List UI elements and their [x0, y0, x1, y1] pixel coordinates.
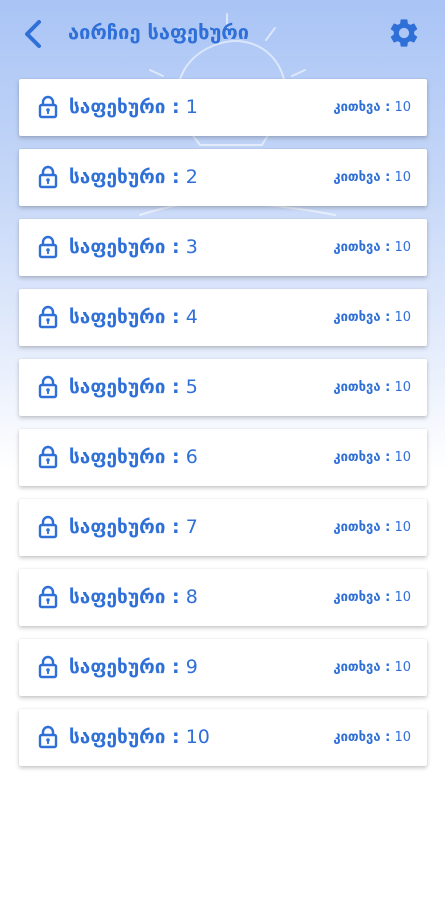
level-title: საფეხური : 5: [69, 376, 198, 398]
level-label: საფეხური :: [69, 516, 180, 538]
level-title: საფეხური : 8: [69, 586, 198, 608]
lock-icon: [38, 725, 58, 749]
lock-icon: [38, 165, 58, 189]
lock-icon: [38, 375, 58, 399]
level-number: 7: [185, 516, 198, 538]
level-label: საფეხური :: [69, 656, 180, 678]
question-count: კითხვა : 10: [333, 310, 411, 325]
level-number: 10: [185, 726, 210, 748]
level-card-2[interactable]: საფეხური : 2 კითხვა : 10: [19, 149, 427, 206]
question-number: 10: [394, 730, 411, 745]
question-number: 10: [394, 590, 411, 605]
level-card-8[interactable]: საფეხური : 8 კითხვა : 10: [19, 569, 427, 626]
level-number: 1: [185, 96, 198, 118]
question-label: კითხვა :: [333, 100, 391, 115]
level-label: საფეხური :: [69, 726, 180, 748]
question-count: კითხვა : 10: [333, 590, 411, 605]
question-count: კითხვა : 10: [333, 380, 411, 395]
level-number: 3: [185, 236, 198, 258]
question-label: კითხვა :: [333, 310, 391, 325]
level-title: საფეხური : 2: [69, 166, 198, 188]
gear-icon: [390, 19, 418, 47]
level-title: საფეხური : 1: [69, 96, 198, 118]
level-number: 5: [185, 376, 198, 398]
level-title: საფეხური : 10: [69, 726, 210, 748]
level-label: საფეხური :: [69, 236, 180, 258]
level-card-5[interactable]: საფეხური : 5 კითხვა : 10: [19, 359, 427, 416]
question-number: 10: [394, 310, 411, 325]
level-card-9[interactable]: საფეხური : 9 კითხვა : 10: [19, 639, 427, 696]
back-button[interactable]: [16, 14, 50, 54]
level-card-4[interactable]: საფეხური : 4 კითხვა : 10: [19, 289, 427, 346]
level-label: საფეხური :: [69, 446, 180, 468]
question-label: კითხვა :: [333, 590, 391, 605]
question-number: 10: [394, 240, 411, 255]
question-number: 10: [394, 380, 411, 395]
level-number: 9: [185, 656, 198, 678]
level-title: საფეხური : 9: [69, 656, 198, 678]
question-number: 10: [394, 100, 411, 115]
app-header: აირჩიე საფეხური: [0, 0, 445, 70]
question-count: კითხვა : 10: [333, 730, 411, 745]
level-card-3[interactable]: საფეხური : 3 კითხვა : 10: [19, 219, 427, 276]
lock-icon: [38, 585, 58, 609]
question-label: კითხვა :: [333, 170, 391, 185]
question-count: კითხვა : 10: [333, 520, 411, 535]
level-title: საფეხური : 7: [69, 516, 198, 538]
lock-icon: [38, 655, 58, 679]
level-label: საფეხური :: [69, 96, 180, 118]
level-label: საფეხური :: [69, 306, 180, 328]
question-count: კითხვა : 10: [333, 100, 411, 115]
lock-icon: [38, 305, 58, 329]
level-card-7[interactable]: საფეხური : 7 კითხვა : 10: [19, 499, 427, 556]
level-title: საფეხური : 4: [69, 306, 198, 328]
level-card-1[interactable]: საფეხური : 1 კითხვა : 10: [19, 79, 427, 136]
level-number: 4: [185, 306, 198, 328]
question-label: კითხვა :: [333, 240, 391, 255]
level-title: საფეხური : 6: [69, 446, 198, 468]
question-label: კითხვა :: [333, 730, 391, 745]
question-count: კითხვა : 10: [333, 660, 411, 675]
lock-icon: [38, 95, 58, 119]
question-label: კითხვა :: [333, 660, 391, 675]
question-count: კითხვა : 10: [333, 240, 411, 255]
page-title: აირჩიე საფეხური: [68, 20, 250, 44]
question-number: 10: [394, 520, 411, 535]
level-number: 8: [185, 586, 198, 608]
lock-icon: [38, 515, 58, 539]
question-number: 10: [394, 660, 411, 675]
question-number: 10: [394, 170, 411, 185]
question-label: კითხვა :: [333, 380, 391, 395]
lock-icon: [38, 235, 58, 259]
chevron-left-icon: [25, 20, 41, 48]
lock-icon: [38, 445, 58, 469]
question-label: კითხვა :: [333, 450, 391, 465]
level-number: 6: [185, 446, 198, 468]
level-card-6[interactable]: საფეხური : 6 კითხვა : 10: [19, 429, 427, 486]
level-label: საფეხური :: [69, 166, 180, 188]
level-label: საფეხური :: [69, 586, 180, 608]
level-number: 2: [185, 166, 198, 188]
question-number: 10: [394, 450, 411, 465]
settings-button[interactable]: [385, 14, 423, 52]
level-list: საფეხური : 1 კითხვა : 10 საფეხური : 2 კი…: [19, 79, 427, 779]
level-title: საფეხური : 3: [69, 236, 198, 258]
level-card-10[interactable]: საფეხური : 10 კითხვა : 10: [19, 709, 427, 766]
question-count: კითხვა : 10: [333, 170, 411, 185]
question-label: კითხვა :: [333, 520, 391, 535]
level-label: საფეხური :: [69, 376, 180, 398]
question-count: კითხვა : 10: [333, 450, 411, 465]
